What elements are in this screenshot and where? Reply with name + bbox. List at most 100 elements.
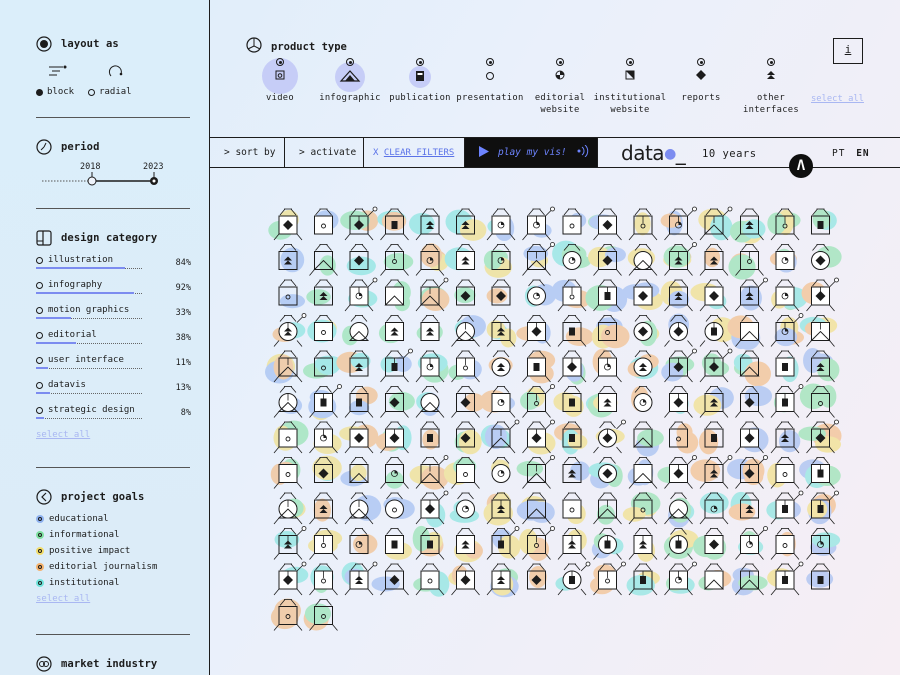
product-type-editorial-website[interactable]: editorial website <box>520 56 600 116</box>
goal-filter-item[interactable]: editorial journalism <box>36 562 190 572</box>
clear-filters-button[interactable]: X CLEAR FILTERS <box>364 138 465 167</box>
project-glyph[interactable] <box>420 315 440 341</box>
category-filter-item[interactable]: user interface 11% <box>36 355 191 371</box>
project-glyph[interactable] <box>664 206 697 241</box>
sort-by-button[interactable]: > sort by <box>210 138 285 167</box>
category-bar <box>36 417 44 419</box>
presentation-icon <box>486 72 494 80</box>
project-glyph[interactable] <box>456 244 475 270</box>
product-type-other-interfaces[interactable]: other interfaces <box>731 56 811 116</box>
brand-dash-icon: _ <box>675 141 686 165</box>
project-glyph[interactable] <box>314 315 333 341</box>
goals-select-all-link[interactable]: select all <box>36 594 190 604</box>
play-vis-button[interactable]: play my vis! <box>465 138 598 167</box>
project-glyph[interactable] <box>527 279 546 306</box>
product-type-publication[interactable]: publication <box>380 56 460 104</box>
project-glyph[interactable] <box>491 350 511 377</box>
project-glyph[interactable] <box>456 492 475 519</box>
period-start-handle[interactable] <box>87 176 97 186</box>
divider <box>36 467 190 468</box>
category-label: illustration <box>48 255 114 265</box>
checkbox-icon <box>36 331 43 339</box>
category-filter-item[interactable]: editorial 38% <box>36 330 191 346</box>
goal-filter-item[interactable]: institutional <box>36 578 190 588</box>
product-type-reports[interactable]: reports <box>661 56 741 104</box>
period-slider[interactable]: 2018 2023 <box>36 155 190 189</box>
goal-label: educational <box>49 514 109 524</box>
select-ring-icon <box>276 58 284 66</box>
period-section: period 2018 2023 <box>36 139 190 189</box>
product-type-presentation[interactable]: presentation <box>450 56 530 104</box>
category-filter-item[interactable]: strategic design 8% <box>36 405 191 421</box>
institutional-website-icon <box>625 70 635 84</box>
category-label: strategic design <box>48 405 135 415</box>
design-category-section: design category illustration 84% infograph… <box>36 230 191 440</box>
publication-icon <box>415 70 425 86</box>
lang-en-button[interactable]: EN <box>856 148 869 159</box>
product-type-infographic[interactable]: infographic <box>310 56 390 104</box>
chevron-left-circle-icon <box>36 489 52 505</box>
product-type-video[interactable]: video <box>240 56 320 104</box>
divider <box>36 208 190 209</box>
category-filter-item[interactable]: motion graphics 33% <box>36 305 191 321</box>
project-glyph[interactable] <box>385 315 404 341</box>
goal-list: educational informational positive impact e… <box>36 514 190 588</box>
product-type-label: reports <box>681 93 721 103</box>
product-type-bar: product type video infographic publication… <box>210 0 900 138</box>
product-type-institutional-website[interactable]: institutional website <box>590 56 670 116</box>
infographic-icon <box>339 70 361 86</box>
project-glyph[interactable] <box>562 492 582 519</box>
play-label: play my vis! <box>498 147 567 158</box>
market-industry-section: market industry <box>36 656 190 672</box>
project-glyph[interactable] <box>385 528 404 554</box>
project-glyph[interactable] <box>633 315 653 341</box>
design-category-header: design category <box>36 230 190 246</box>
project-glyph[interactable] <box>456 528 475 554</box>
radio-selected-icon <box>36 88 43 96</box>
activate-button[interactable]: > activate <box>285 138 364 167</box>
category-filter-item[interactable]: infography 92% <box>36 280 191 296</box>
radial-layout-icon[interactable] <box>108 64 124 83</box>
project-glyph[interactable] <box>775 350 795 377</box>
project-glyph[interactable] <box>348 315 370 341</box>
project-glyph[interactable] <box>384 279 405 306</box>
product-type-title: product type <box>271 40 347 53</box>
category-filter-item[interactable]: illustration 84% <box>36 255 191 271</box>
aperture-icon <box>246 37 262 56</box>
divider <box>36 117 190 118</box>
project-glyph[interactable] <box>704 528 724 554</box>
product-select-all-link[interactable]: select all <box>811 94 864 104</box>
book-icon <box>36 230 52 246</box>
category-select-all-link[interactable]: select all <box>36 430 190 440</box>
project-glyph[interactable] <box>770 384 804 418</box>
lang-pt-button[interactable]: PT <box>832 148 845 159</box>
project-glyph[interactable] <box>770 561 804 596</box>
category-filter-item[interactable]: datavis 13% <box>36 380 191 396</box>
goal-filter-item[interactable]: positive impact <box>36 546 190 556</box>
project-glyph[interactable] <box>562 208 582 235</box>
category-bar <box>36 342 76 344</box>
project-glyph[interactable] <box>775 244 795 270</box>
project-glyph[interactable] <box>811 244 830 270</box>
layout-option-radial[interactable]: radial <box>88 87 132 97</box>
other-interfaces-icon <box>766 70 776 84</box>
market-industry-header: market industry <box>36 656 190 672</box>
language-switcher: PT EN <box>832 148 870 159</box>
project-glyph[interactable] <box>633 350 653 377</box>
project-glyph[interactable] <box>598 457 617 483</box>
project-glyph[interactable] <box>385 492 404 519</box>
category-label: datavis <box>48 380 86 390</box>
goal-filter-item[interactable]: informational <box>36 530 190 540</box>
layout-option-block[interactable]: block <box>36 87 74 97</box>
project-grid <box>264 206 842 631</box>
project-glyph[interactable] <box>703 563 725 590</box>
radio-unselected-icon <box>88 88 96 96</box>
scroll-top-button[interactable]: Λ <box>789 154 813 178</box>
project-glyph[interactable] <box>598 386 617 412</box>
checkbox-icon <box>36 406 43 414</box>
clear-prefix: X <box>373 147 384 158</box>
block-layout-icon[interactable] <box>48 64 68 83</box>
info-button[interactable]: i <box>833 38 863 64</box>
brand-subtitle: 10 years <box>702 148 757 160</box>
goal-filter-item[interactable]: educational <box>36 514 190 524</box>
